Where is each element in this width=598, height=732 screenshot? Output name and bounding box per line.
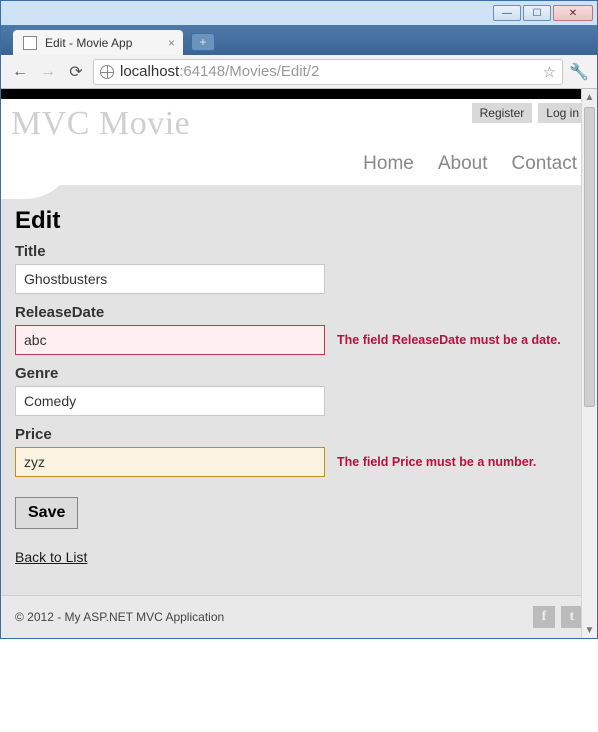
main-content: Edit Title ReleaseDate The field Release… xyxy=(1,199,597,595)
back-button[interactable]: ← xyxy=(9,61,31,83)
input-genre[interactable] xyxy=(15,386,325,416)
tab-title: Edit - Movie App xyxy=(45,36,132,50)
page-title: Edit xyxy=(15,207,583,235)
nav-home[interactable]: Home xyxy=(363,153,414,175)
page-viewport: Register Log in MVC Movie Home About Con… xyxy=(1,89,597,638)
page-favicon-icon xyxy=(23,36,37,50)
field-releasedate: ReleaseDate The field ReleaseDate must b… xyxy=(15,304,583,355)
register-link[interactable]: Register xyxy=(472,103,533,123)
field-genre: Genre xyxy=(15,365,583,416)
input-releasedate[interactable] xyxy=(15,325,325,355)
url-path: :64148/Movies/Edit/2 xyxy=(179,63,319,80)
new-tab-button[interactable]: + xyxy=(191,33,215,51)
nav-about[interactable]: About xyxy=(438,153,488,175)
nav-contact[interactable]: Contact xyxy=(512,153,577,175)
label-genre: Genre xyxy=(15,365,583,382)
error-releasedate: The field ReleaseDate must be a date. xyxy=(337,333,561,347)
site-header: Register Log in MVC Movie Home About Con… xyxy=(1,99,597,185)
vertical-scrollbar[interactable]: ▲ ▼ xyxy=(581,89,597,638)
settings-wrench-icon[interactable]: 🔧 xyxy=(569,62,589,82)
window-minimize-button[interactable]: — xyxy=(493,5,521,21)
error-price: The field Price must be a number. xyxy=(337,455,536,469)
login-link[interactable]: Log in xyxy=(538,103,587,123)
window-close-button[interactable]: ✕ xyxy=(553,5,593,21)
footer-copyright: © 2012 - My ASP.NET MVC Application xyxy=(15,610,224,624)
tab-close-icon[interactable]: × xyxy=(168,36,175,50)
globe-icon xyxy=(100,65,114,79)
main-nav: Home About Contact xyxy=(11,143,587,185)
scroll-up-icon[interactable]: ▲ xyxy=(582,89,597,105)
forward-button[interactable]: → xyxy=(37,61,59,83)
input-price[interactable] xyxy=(15,447,325,477)
url-text: localhost:64148/Movies/Edit/2 xyxy=(120,63,319,80)
back-to-list-link[interactable]: Back to List xyxy=(15,549,87,565)
scroll-thumb[interactable] xyxy=(584,107,595,407)
site-footer: © 2012 - My ASP.NET MVC Application f t xyxy=(1,595,597,638)
label-title: Title xyxy=(15,243,583,260)
field-price: Price The field Price must be a number. xyxy=(15,426,583,477)
window-titlebar: — ☐ ✕ xyxy=(1,1,597,25)
browser-tab-active[interactable]: Edit - Movie App × xyxy=(13,30,183,55)
browser-tabstrip: Edit - Movie App × + xyxy=(1,25,597,55)
header-curve-decoration xyxy=(1,185,597,199)
input-title[interactable] xyxy=(15,264,325,294)
facebook-icon[interactable]: f xyxy=(533,606,555,628)
bookmark-star-icon[interactable]: ☆ xyxy=(543,63,556,81)
label-price: Price xyxy=(15,426,583,443)
address-bar[interactable]: localhost:64148/Movies/Edit/2 ☆ xyxy=(93,59,563,85)
top-black-strip xyxy=(1,89,597,99)
browser-toolbar: ← → ⟳ localhost:64148/Movies/Edit/2 ☆ 🔧 xyxy=(1,55,597,89)
window-maximize-button[interactable]: ☐ xyxy=(523,5,551,21)
save-button[interactable]: Save xyxy=(15,497,78,529)
label-releasedate: ReleaseDate xyxy=(15,304,583,321)
account-links: Register Log in xyxy=(472,103,587,123)
field-title: Title xyxy=(15,243,583,294)
twitter-icon[interactable]: t xyxy=(561,606,583,628)
scroll-down-icon[interactable]: ▼ xyxy=(582,622,597,638)
reload-button[interactable]: ⟳ xyxy=(65,61,87,83)
url-host: localhost xyxy=(120,63,179,80)
social-links: f t xyxy=(533,606,583,628)
